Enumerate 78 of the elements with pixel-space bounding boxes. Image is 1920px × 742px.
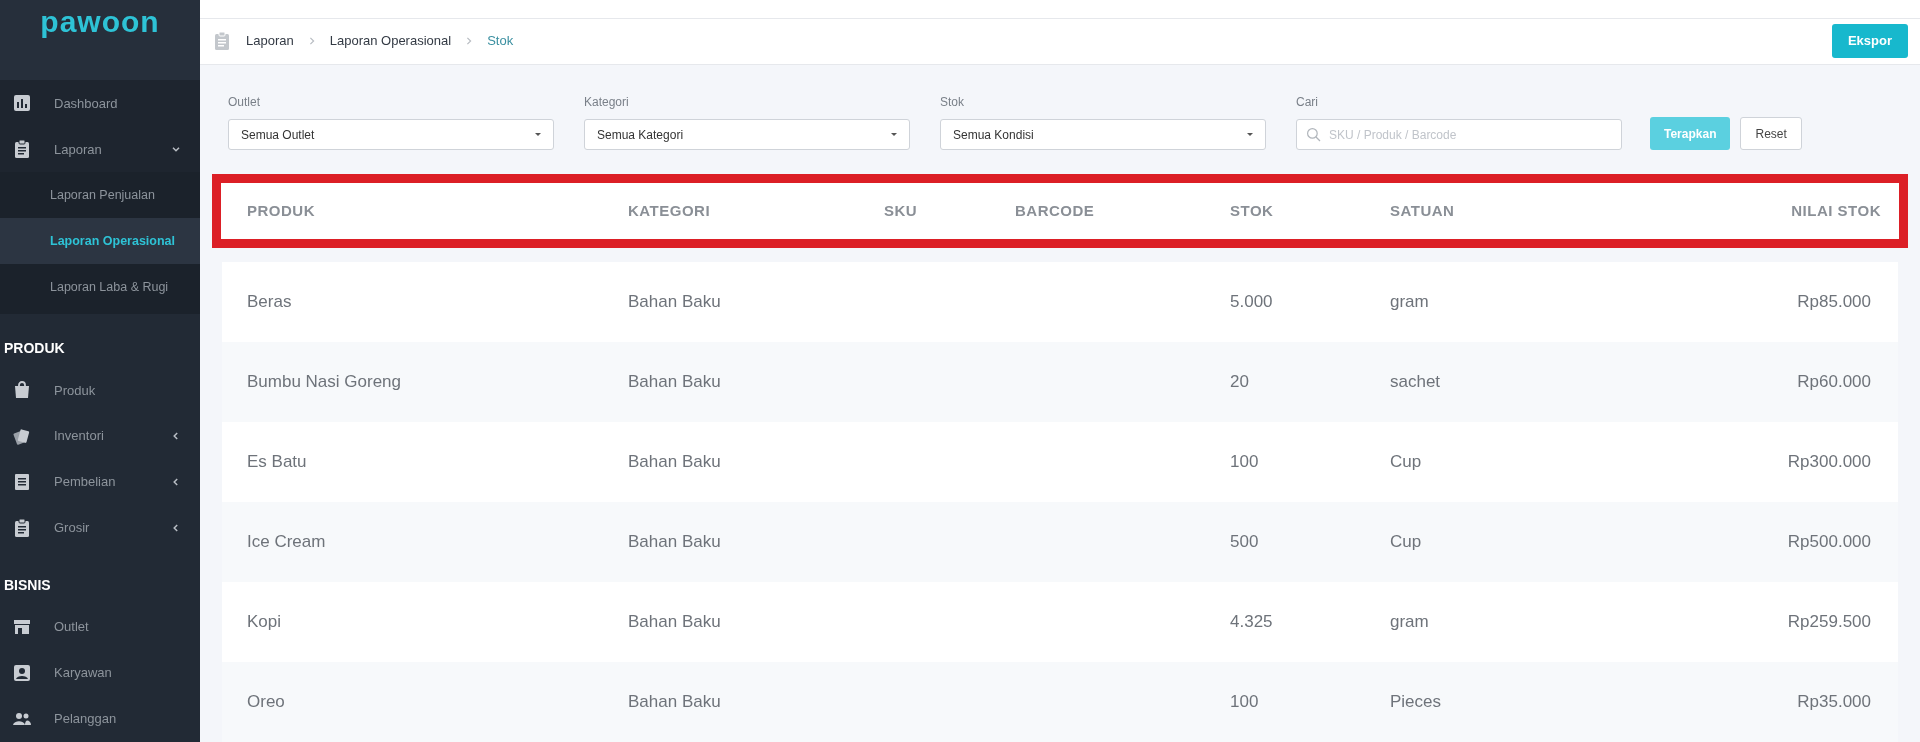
- column-header[interactable]: BARCODE: [1015, 199, 1230, 223]
- filter-label: Outlet: [228, 94, 261, 111]
- sidebar-item[interactable]: Produk: [0, 367, 200, 414]
- table-cell-text: 5.000: [1230, 291, 1274, 314]
- table-cell-text: Beras: [247, 291, 293, 314]
- person-icon: [12, 663, 32, 684]
- table-cell-text: Oreo: [247, 691, 286, 714]
- table-cell-text: Bumbu Nasi Goreng: [247, 371, 403, 394]
- sidebar-item[interactable]: Pelanggan: [0, 696, 200, 742]
- section-heading: BISNIS: [3, 576, 52, 596]
- caret-icon: [535, 133, 541, 136]
- chevron-right-icon: [465, 37, 474, 46]
- chevron-right-icon: [307, 37, 316, 46]
- clipboard-icon: [12, 139, 32, 160]
- sidebar-item[interactable]: Inventori: [0, 413, 200, 460]
- table-cell-text: 20: [1230, 371, 1250, 394]
- table-cell-text: 500: [1230, 531, 1260, 554]
- table-cell-text: Rp60.000: [1796, 371, 1871, 394]
- document-icon: [12, 472, 32, 493]
- table-cell-text: Bahan Baku: [628, 371, 722, 394]
- filter-label: Cari: [1296, 94, 1319, 111]
- table-cell-text: Es Batu: [247, 451, 308, 474]
- reset-button[interactable]: Reset: [1740, 117, 1802, 150]
- sidebar-item[interactable]: Grosir: [0, 505, 200, 552]
- filter-label: Kategori: [584, 94, 630, 111]
- section-heading: PRODUK: [3, 339, 66, 359]
- table-cell-text: Bahan Baku: [628, 451, 722, 474]
- dropdown[interactable]: Semua Kondisi: [940, 119, 1266, 150]
- table-cell-text: Ice Cream: [247, 531, 327, 554]
- breadcrumb-link[interactable]: Laporan Operasional: [329, 31, 452, 51]
- column-header[interactable]: NILAI STOK: [1670, 199, 1881, 223]
- caret-icon: [891, 133, 897, 136]
- sidebar-item[interactable]: Karyawan: [0, 650, 200, 697]
- table-cell-text: Bahan Baku: [628, 531, 722, 554]
- column-header[interactable]: SKU: [884, 199, 1015, 223]
- table-cell-text: Rp500.000: [1786, 531, 1871, 554]
- table-cell-text: gram: [1390, 291, 1430, 314]
- search-icon: [1306, 127, 1322, 143]
- logo: pawoon: [40, 6, 160, 38]
- table-cell-text: Cup: [1390, 451, 1423, 474]
- sidebar-subitem[interactable]: Laporan Laba & Rugi: [0, 264, 200, 311]
- table-cell-text: Rp300.000: [1786, 451, 1871, 474]
- table-cell-text: Bahan Baku: [628, 291, 722, 314]
- table-cell-text: Rp85.000: [1796, 291, 1871, 314]
- sidebar-item[interactable]: Outlet: [0, 604, 200, 651]
- sidebar-item[interactable]: Pembelian: [0, 459, 200, 506]
- breadcrumb-link[interactable]: Stok: [487, 31, 514, 51]
- caret-icon: [1247, 133, 1253, 136]
- table-cell-text: 100: [1230, 691, 1260, 714]
- column-header[interactable]: KATEGORI: [628, 199, 884, 223]
- sidebar-item[interactable]: Dashboard: [0, 80, 200, 127]
- table-cell-text: Rp35.000: [1796, 691, 1871, 714]
- dropdown[interactable]: Semua Kategori: [584, 119, 910, 150]
- breadcrumb-link[interactable]: Laporan: [246, 31, 294, 51]
- table-cell-text: Rp259.500: [1786, 611, 1871, 634]
- column-header[interactable]: PRODUK: [247, 199, 628, 223]
- sidebar-subitem[interactable]: Laporan Penjualan: [0, 172, 200, 219]
- cards-icon: [12, 426, 32, 447]
- table-cell-text: gram: [1390, 611, 1430, 634]
- table-cell-text: 4.325: [1230, 611, 1274, 634]
- column-header[interactable]: SATUAN: [1390, 199, 1670, 223]
- sidebar-subitem[interactable]: Laporan Operasional: [0, 218, 200, 265]
- table-cell-text: 100: [1230, 451, 1260, 474]
- shopping-bag-icon: [12, 380, 32, 401]
- table-cell-text: sachet: [1390, 371, 1442, 394]
- table-cell-text: Cup: [1390, 531, 1423, 554]
- table-cell-text: Bahan Baku: [628, 691, 722, 714]
- breadcrumb-clipboard-icon: [212, 31, 232, 52]
- table-cell-text: Kopi: [247, 611, 283, 634]
- sidebar-item[interactable]: Laporan: [0, 126, 200, 173]
- dropdown[interactable]: Semua Outlet: [228, 119, 554, 150]
- filter-label: Stok: [940, 94, 965, 111]
- table-cell-text: Bahan Baku: [628, 611, 722, 634]
- bar-chart-icon: [12, 93, 32, 114]
- column-header[interactable]: STOK: [1230, 199, 1390, 223]
- clipboard-icon: [12, 518, 32, 539]
- table-cell-text: Pieces: [1390, 691, 1443, 714]
- search-field[interactable]: SKU / Produk / Barcode: [1296, 119, 1622, 150]
